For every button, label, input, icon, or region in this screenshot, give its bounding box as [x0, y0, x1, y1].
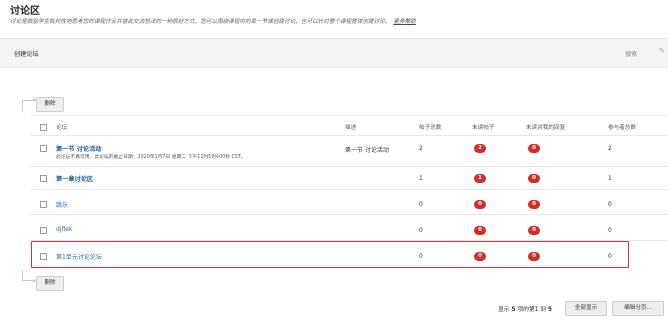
column-header-total-posts[interactable]: 帖子总数	[419, 123, 441, 131]
pagination-mid: 项的第1 到	[517, 307, 547, 313]
delete-button-top[interactable]: 删除	[36, 97, 64, 112]
forum-link[interactable]: 跳乐	[56, 200, 68, 209]
participants-count: 0	[608, 227, 612, 234]
selection-arrow-icon	[22, 270, 37, 283]
participants-count: 1	[608, 175, 612, 182]
selection-arrow-icon	[22, 98, 37, 111]
unread-replies-badge[interactable]: 0	[528, 226, 540, 235]
total-posts: 0	[419, 201, 423, 208]
highlight-box	[31, 241, 629, 268]
more-help-link[interactable]: 更多帮助	[393, 19, 415, 25]
forum-link[interactable]: 第一节 讨论活动	[56, 144, 101, 153]
forum-description: 第一节 讨论活动	[345, 147, 389, 154]
unread-replies-badge[interactable]: 0	[528, 144, 540, 153]
column-header-unread-posts[interactable]: 未读帖子	[472, 123, 494, 131]
pagination-end: 5	[547, 307, 552, 313]
total-posts: 0	[419, 227, 423, 234]
unread-posts-badge[interactable]: 0	[474, 226, 486, 235]
search-button[interactable]: 搜索	[625, 49, 637, 58]
divider	[30, 135, 668, 136]
unread-replies-badge[interactable]: 0	[528, 200, 540, 209]
total-posts: 1	[419, 175, 423, 182]
row-checkbox[interactable]	[40, 175, 47, 182]
pagination-summary: 显示 5 项的第1 到 5	[498, 304, 552, 313]
gear-icon[interactable]: ✎	[659, 47, 665, 55]
participants-count: 2	[608, 145, 612, 152]
column-header-participants[interactable]: 参与者总数	[608, 123, 636, 131]
total-posts: 2	[419, 145, 423, 152]
divider	[30, 189, 668, 190]
show-all-button[interactable]: 全部显示	[565, 301, 607, 316]
column-header-forum[interactable]: 论坛	[56, 123, 67, 131]
column-header-description[interactable]: 描述	[345, 123, 356, 131]
row-checkbox[interactable]	[40, 227, 47, 234]
description-text: 讨论是鼓励学生批判性地思考您的课程作业并彼此交流想法的一种很好方式。您可以围绕课…	[10, 19, 391, 25]
forum-link[interactable]: djflek	[56, 226, 72, 233]
row-checkbox[interactable]	[40, 201, 47, 208]
action-bar	[0, 38, 668, 68]
unread-posts-badge[interactable]: 0	[474, 200, 486, 209]
forum-link[interactable]: 第一章讨论区	[56, 174, 93, 183]
page-description: 讨论是鼓励学生批判性地思考您的课程作业并彼此交流想法的一种很好方式。您可以围绕课…	[10, 17, 416, 25]
participants-count: 0	[608, 201, 612, 208]
page-title: 讨论区	[10, 6, 40, 17]
divider	[30, 214, 668, 215]
select-all-checkbox[interactable]	[40, 124, 47, 131]
create-forum-button[interactable]: 创建论坛	[14, 49, 39, 58]
divider	[30, 166, 668, 167]
delete-button-bottom[interactable]: 删除	[36, 276, 64, 291]
pagination-prefix: 显示	[498, 307, 510, 313]
edit-paging-button[interactable]: 编辑分页...	[612, 301, 664, 316]
unread-posts-badge[interactable]: 2	[474, 144, 486, 153]
forum-note: 此论坛不再可用。此论坛的截止日期：2020年1月7日 星期二 下午11时59分0…	[56, 155, 246, 160]
column-header-unread-replies[interactable]: 未读对我的回复	[526, 123, 565, 131]
row-checkbox[interactable]	[40, 145, 47, 152]
divider	[30, 115, 668, 116]
unread-posts-badge[interactable]: 1	[474, 174, 486, 183]
unread-replies-badge[interactable]: 0	[528, 174, 540, 183]
pagination-start: 5	[511, 307, 516, 313]
